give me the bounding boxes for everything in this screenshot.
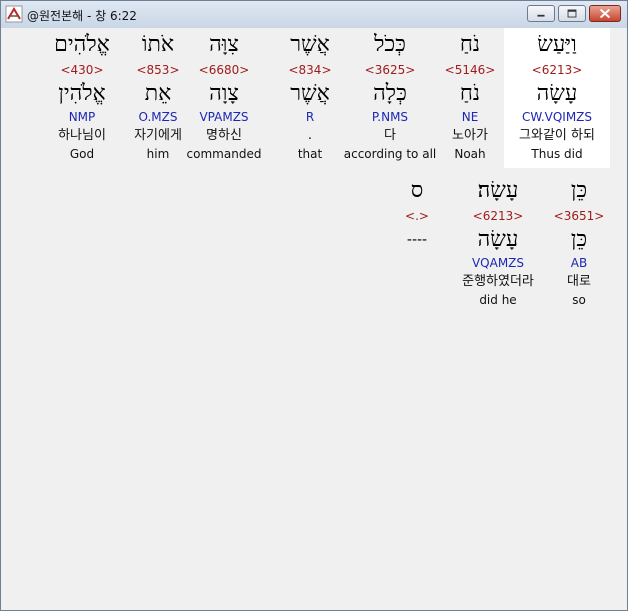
lemma-word: כֵּן: [570, 227, 588, 252]
parsing-code[interactable]: CW.VQIMZS: [504, 109, 610, 125]
word-cell[interactable]: אֱלֹהִים <430> אֱלֹהִין NMP 하나님이 God: [37, 28, 127, 168]
interlinear-panel: וַיַּעַשׂ <6213> עָשָׂה CW.VQIMZS 그와같이 하…: [7, 28, 621, 603]
korean-gloss: 하나님이: [58, 128, 106, 143]
window-title: @원전본해 - 창 6:22: [27, 9, 137, 23]
strong-number[interactable]: <3651>: [534, 208, 624, 224]
hebrew-word: נֹחַ: [459, 32, 481, 57]
strong-number[interactable]: <3625>: [345, 62, 435, 78]
strong-number[interactable]: <.>: [372, 208, 462, 224]
app-window: @원전본해 - 창 6:22 וַיַּעַשׂ <6213> עָשָׂה C…: [0, 0, 628, 611]
lemma-word: אֱלֹהִין: [58, 81, 106, 106]
parsing-code[interactable]: NMP: [37, 109, 127, 125]
strong-number[interactable]: <6213>: [453, 208, 543, 224]
lemma-word: עָשָׂה: [536, 81, 578, 106]
hebrew-word: וַיַּעַשׂ: [537, 32, 577, 57]
hebrew-word: כְּכֹל: [374, 32, 406, 57]
strong-number[interactable]: <430>: [37, 62, 127, 78]
lemma-word: עָשָׂה: [477, 227, 519, 252]
hebrew-word: עָשָׂה׃: [477, 178, 519, 203]
maximize-button[interactable]: [558, 5, 586, 22]
strong-number[interactable]: <6213>: [504, 62, 610, 78]
hebrew-word: ס: [410, 178, 424, 203]
lemma-word: אֲשֶׁר: [290, 81, 330, 106]
close-icon: [599, 8, 611, 19]
lemma-placeholder: ----: [406, 232, 428, 248]
close-button[interactable]: [589, 5, 621, 22]
korean-gloss: [362, 273, 472, 291]
word-cell[interactable]: ס <.> ----: [372, 174, 462, 314]
lemma-word: נֹחַ: [459, 81, 481, 106]
minimize-button[interactable]: [527, 5, 555, 22]
english-gloss: God: [69, 147, 95, 161]
parsing-code[interactable]: AB: [534, 255, 624, 271]
parsing-code[interactable]: [372, 255, 462, 271]
maximize-icon: [567, 9, 577, 18]
hebrew-word: אֲשֶׁר: [290, 32, 330, 57]
parsing-code[interactable]: VQAMZS: [453, 255, 543, 271]
parsing-code[interactable]: R: [265, 109, 355, 125]
app-logo-icon: [5, 5, 23, 23]
strong-number[interactable]: <5146>: [425, 62, 515, 78]
parsing-code[interactable]: P.NMS: [345, 109, 435, 125]
strong-number[interactable]: <834>: [265, 62, 355, 78]
english-gloss: [362, 292, 472, 308]
hebrew-word: אֱלֹהִים: [54, 32, 110, 57]
minimize-icon: [537, 14, 545, 17]
lemma-word: כְּלָה: [373, 81, 407, 106]
title-bar[interactable]: @원전본해 - 창 6:22: [1, 1, 627, 28]
parsing-code[interactable]: NE: [425, 109, 515, 125]
hebrew-word: כֵּן: [570, 178, 588, 203]
